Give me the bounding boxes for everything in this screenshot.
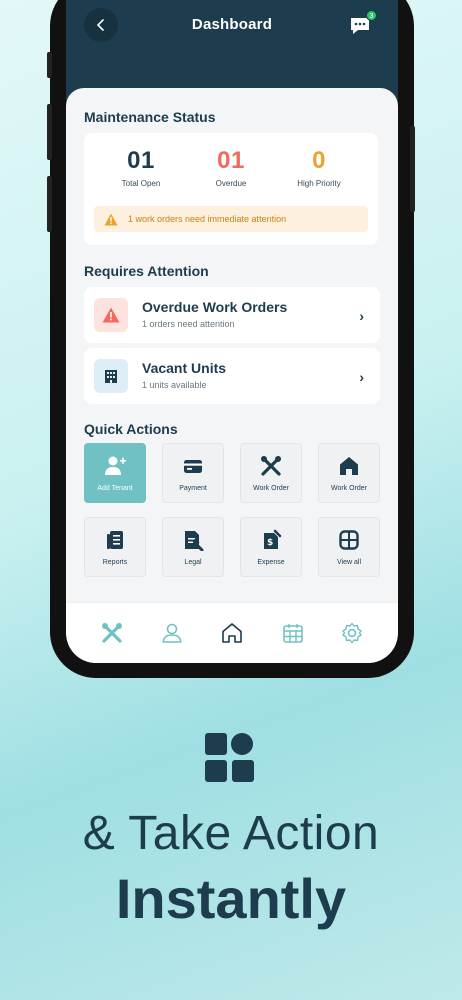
- overdue-work-orders-card[interactable]: Overdue Work Orders 1 orders need attent…: [84, 287, 380, 343]
- expense-button[interactable]: $ Expense: [240, 517, 302, 577]
- action-label: Legal: [184, 559, 202, 566]
- grid-icon: [319, 529, 379, 551]
- notification-badge: 3: [366, 10, 377, 21]
- action-label: Work Order: [330, 485, 368, 492]
- stat-value: 0: [312, 147, 326, 174]
- attention-alert: 1 work orders need immediate attention: [94, 206, 368, 232]
- action-label: View all: [337, 559, 361, 566]
- stat-total-open[interactable]: 01 Total Open: [96, 147, 186, 188]
- svg-text:$: $: [267, 538, 273, 548]
- chevron-right-icon: ›: [359, 369, 364, 385]
- chat-button[interactable]: 3: [348, 10, 377, 38]
- alert-text: 1 work orders need immediate attention: [128, 214, 287, 224]
- stat-label: Overdue: [215, 179, 247, 188]
- action-label: Payment: [179, 485, 207, 492]
- home-icon: [319, 455, 379, 477]
- requires-attention-heading: Requires Attention: [84, 263, 209, 279]
- action-label: Work Order: [252, 485, 290, 492]
- phone-power-button: [410, 126, 415, 212]
- maintenance-heading: Maintenance Status: [84, 109, 216, 125]
- payment-button[interactable]: Payment: [162, 443, 224, 503]
- expense-icon: $: [241, 529, 301, 551]
- stat-high-priority[interactable]: 0 High Priority: [274, 147, 364, 188]
- action-label: Add Tenant: [97, 485, 133, 492]
- work-order-home-button[interactable]: Work Order: [318, 443, 380, 503]
- vacant-units-card[interactable]: Vacant Units 1 units available ›: [84, 348, 380, 404]
- phone-volume-down: [47, 176, 52, 232]
- phone-volume-up: [47, 104, 52, 160]
- reports-icon: [85, 529, 145, 551]
- work-order-tools-button[interactable]: Work Order: [240, 443, 302, 503]
- action-label: Expense: [257, 559, 285, 566]
- nav-settings-icon[interactable]: [340, 621, 364, 645]
- chevron-right-icon: ›: [359, 308, 364, 324]
- tagline-line-2: Instantly: [115, 867, 347, 930]
- nav-user-icon[interactable]: [160, 621, 184, 645]
- add-user-icon: [85, 455, 145, 477]
- card-subtitle: 1 orders need attention: [142, 319, 235, 329]
- phone-side-button: [47, 52, 52, 78]
- stat-label: Total Open: [121, 179, 161, 188]
- view-all-button[interactable]: View all: [318, 517, 380, 577]
- card-icon: [163, 455, 223, 477]
- bottom-navigation: [66, 602, 398, 663]
- warning-icon: [104, 213, 118, 226]
- stat-value: 01: [217, 147, 245, 174]
- maintenance-status-card: 01 Total Open 01 Overdue 0 High Priority…: [84, 133, 378, 245]
- card-title: Vacant Units: [142, 360, 227, 376]
- nav-calendar-icon[interactable]: [281, 621, 305, 645]
- stat-label: High Priority: [297, 179, 341, 188]
- stat-value: 01: [127, 147, 155, 174]
- nav-tools-icon[interactable]: [100, 621, 124, 645]
- nav-home-icon[interactable]: [220, 621, 244, 645]
- building-icon: [94, 359, 128, 393]
- stat-overdue[interactable]: 01 Overdue: [186, 147, 276, 188]
- dashboard-panel: Maintenance Status 01 Total Open 01 Over…: [66, 88, 398, 663]
- card-subtitle: 1 units available: [142, 380, 207, 390]
- top-bar: Dashboard 3: [66, 0, 398, 90]
- reports-button[interactable]: Reports: [84, 517, 146, 577]
- app-screen: Dashboard 3 Maintenance Status 01 Total …: [66, 0, 398, 663]
- tools-icon: [241, 455, 301, 477]
- add-tenant-button[interactable]: Add Tenant: [84, 443, 146, 503]
- action-label: Reports: [102, 559, 128, 566]
- tagline-line-1: & Take Action: [82, 807, 380, 860]
- legal-button[interactable]: Legal: [162, 517, 224, 577]
- quick-actions-heading: Quick Actions: [84, 421, 178, 437]
- warning-icon: [94, 298, 128, 332]
- card-title: Overdue Work Orders: [142, 299, 288, 315]
- dashboard-grid-icon: [205, 733, 255, 783]
- legal-icon: [163, 529, 223, 551]
